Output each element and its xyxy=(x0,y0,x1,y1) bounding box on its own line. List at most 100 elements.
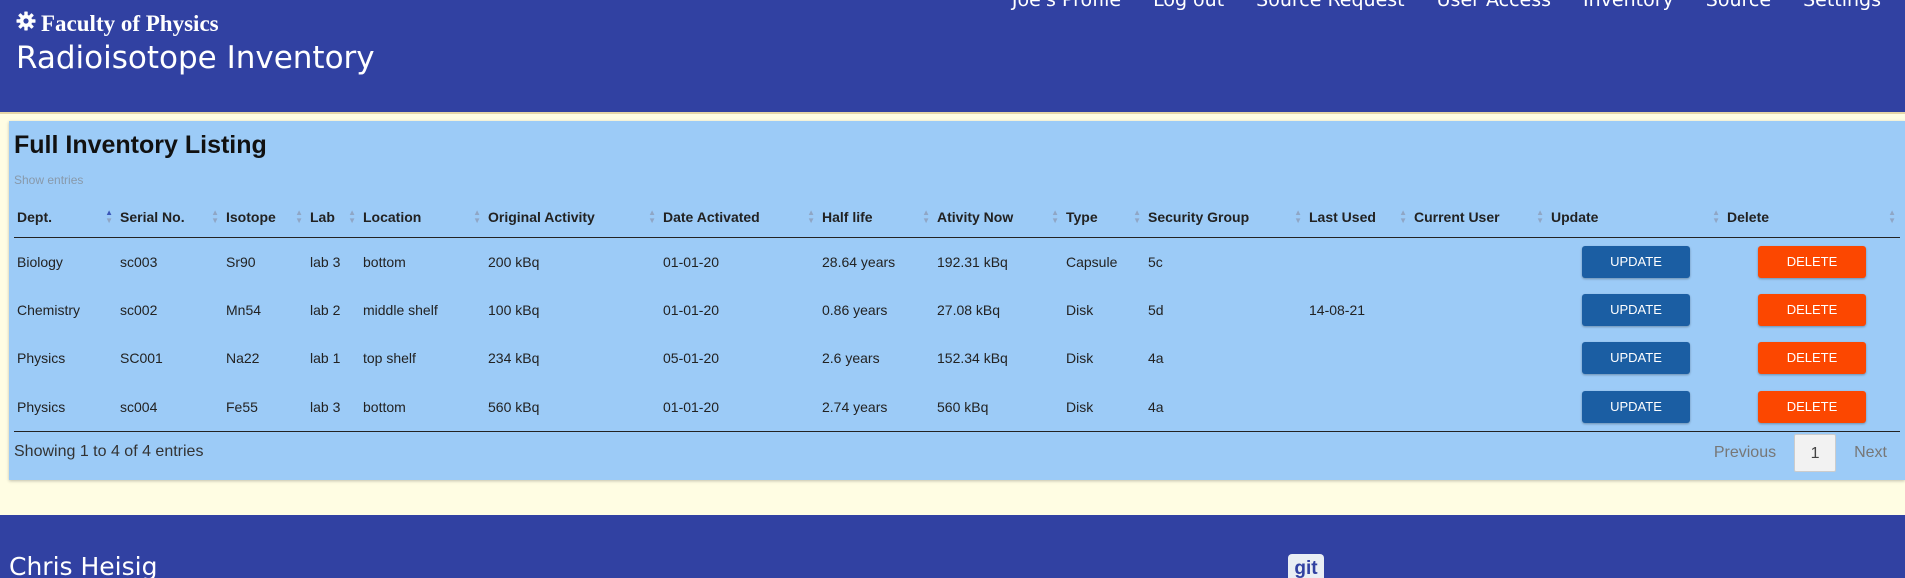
git-icon[interactable]: git xyxy=(1288,554,1324,578)
column-header[interactable]: Location ▲ ▼ xyxy=(360,197,485,238)
column-header[interactable]: Ativity Now ▲ ▼ xyxy=(934,197,1063,238)
column-header[interactable]: Security Group ▲ ▼ xyxy=(1145,197,1306,238)
table-cell xyxy=(1411,382,1548,432)
next-button[interactable]: Next xyxy=(1854,444,1887,462)
table-cell: 200 kBq xyxy=(488,253,540,270)
table-cell: 4a xyxy=(1145,382,1306,432)
inventory-table: Dept. ▲ ▼ Serial No. ▲ ▼ Isotope ▲ ▼ Lab ▲ ▼ Locatio… xyxy=(14,197,1900,432)
column-header[interactable]: Dept. ▲ ▼ xyxy=(14,197,117,238)
table-cell: 05-01-20 xyxy=(663,350,720,367)
nav-source-request[interactable]: Source Request xyxy=(1256,0,1404,11)
table-row: Chemistry sc002 Mn54 lab 2 middle shelf 100 k… xyxy=(14,286,1900,335)
column-header-label: Ativity Now xyxy=(937,208,1014,225)
column-header-label: Security Group xyxy=(1148,208,1250,225)
nav-inventory[interactable]: Inventory xyxy=(1583,0,1674,11)
page-1-button[interactable]: 1 xyxy=(1794,434,1837,472)
delete-button[interactable]: DELETE xyxy=(1758,293,1866,326)
table-cell: Disk xyxy=(1063,382,1145,432)
update-button[interactable]: UPDATE xyxy=(1582,245,1690,278)
pagination: Previous 1 Next xyxy=(1714,434,1887,472)
table-cell: Chemistry xyxy=(17,301,81,318)
column-header-label: Location xyxy=(363,208,422,225)
table-cell: Fe55 xyxy=(223,382,307,432)
column-header-label: Delete xyxy=(1727,208,1770,225)
delete-button[interactable]: DELETE xyxy=(1758,245,1866,278)
table-cell: lab 1 xyxy=(310,350,341,367)
table-row: Physics SC001 Na22 lab 1 top shelf 234 kBq 05-… xyxy=(14,334,1900,383)
delete-cell: DELETE xyxy=(1724,237,1900,286)
table-cell: 0.86 years xyxy=(822,301,888,318)
table-cell xyxy=(1411,286,1548,335)
column-header[interactable]: Last Used ▲ ▼ xyxy=(1306,197,1411,238)
table-cell xyxy=(1411,237,1548,286)
table-cell: 2.74 years xyxy=(819,382,934,432)
column-header[interactable]: Isotope ▲ ▼ xyxy=(223,197,307,238)
table-cell: 27.08 kBq xyxy=(937,301,1001,318)
column-header-label: Half life xyxy=(822,208,873,225)
table-cell: 2.6 years xyxy=(822,350,880,367)
table-cell: sc004 xyxy=(117,382,223,432)
table-cell: Sr90 xyxy=(226,253,256,270)
sort-icon: ▲ ▼ xyxy=(922,207,930,225)
column-header-label: Lab xyxy=(310,208,335,225)
entries-info: Showing 1 to 4 of 4 entries xyxy=(14,443,204,460)
table-cell: bottom xyxy=(360,382,485,432)
table-cell: bottom xyxy=(363,253,406,270)
table-cell: Biology xyxy=(17,253,63,270)
table-body: Biology sc003 Sr90 lab 3 bottom 200 kBq 01-01-… xyxy=(14,237,1900,432)
delete-cell: DELETE xyxy=(1724,286,1900,335)
sort-icon: ▲ ▼ xyxy=(1536,207,1544,225)
column-header[interactable]: Delete ▲ ▼ xyxy=(1724,197,1900,238)
column-header[interactable]: Update ▲ ▼ xyxy=(1548,197,1724,238)
nav-settings[interactable]: Settings xyxy=(1803,0,1881,11)
table-cell: lab 3 xyxy=(307,382,360,432)
sort-icon: ▲ ▼ xyxy=(211,207,219,225)
footer-author: Chris Heisig xyxy=(9,552,158,578)
delete-button[interactable]: DELETE xyxy=(1758,342,1866,375)
page-title: Full Inventory Listing xyxy=(14,131,267,159)
table-cell: top shelf xyxy=(363,350,416,367)
show-entries-label[interactable]: Show entries xyxy=(14,173,83,187)
nav-profile[interactable]: Joe's Profile xyxy=(1012,0,1121,11)
brand-title: Faculty of Physics xyxy=(41,11,219,36)
site-header: Faculty of Physics Radioisotope Inventor… xyxy=(0,0,1905,114)
column-header[interactable]: Date Activated ▲ ▼ xyxy=(660,197,819,238)
column-header-label: Update xyxy=(1551,208,1599,225)
column-header[interactable]: Lab ▲ ▼ xyxy=(307,197,360,238)
delete-button[interactable]: DELETE xyxy=(1758,390,1866,423)
column-header-label: Current User xyxy=(1414,208,1500,225)
nav-source[interactable]: Source xyxy=(1706,0,1771,11)
column-header-label: Original Activity xyxy=(488,208,595,225)
column-header-label: Serial No. xyxy=(120,208,185,225)
update-button[interactable]: UPDATE xyxy=(1582,293,1690,326)
previous-button[interactable]: Previous xyxy=(1714,444,1776,462)
sort-icon: ▲ ▼ xyxy=(1712,207,1720,225)
table-cell: 152.34 kBq xyxy=(937,350,1008,367)
column-header[interactable]: Original Activity ▲ ▼ xyxy=(485,197,660,238)
table-cell: 01-01-20 xyxy=(663,253,720,270)
sort-icon: ▲ ▼ xyxy=(348,207,356,225)
table-cell: Capsule xyxy=(1066,253,1118,270)
sort-icon: ▲ ▼ xyxy=(1133,207,1141,225)
table-cell: Na22 xyxy=(226,350,260,367)
nav-user-access[interactable]: User Access xyxy=(1437,0,1551,11)
brand[interactable]: Faculty of Physics Radioisotope Inventor… xyxy=(16,10,375,78)
nav-logout[interactable]: Log out xyxy=(1153,0,1224,11)
column-header[interactable]: Current User ▲ ▼ xyxy=(1411,197,1548,238)
column-header-label: Dept. xyxy=(17,208,52,225)
table-cell: sc003 xyxy=(120,253,158,270)
sort-icon: ▲ ▼ xyxy=(473,207,481,225)
table-cell: 234 kBq xyxy=(488,350,540,367)
update-button[interactable]: UPDATE xyxy=(1582,390,1690,423)
sort-icon: ▲ ▼ xyxy=(648,207,656,225)
brand-subtitle: Radioisotope Inventory xyxy=(16,40,375,76)
sort-icon: ▲ ▼ xyxy=(1399,207,1407,225)
column-header[interactable]: Type ▲ ▼ xyxy=(1063,197,1145,238)
update-cell: UPDATE xyxy=(1548,237,1724,286)
table-cell: 28.64 years xyxy=(822,253,896,270)
column-header[interactable]: Half life ▲ ▼ xyxy=(819,197,934,238)
table-cell: Disk xyxy=(1066,301,1094,318)
sort-icon: ▲ ▼ xyxy=(807,207,815,225)
update-button[interactable]: UPDATE xyxy=(1582,342,1690,375)
column-header[interactable]: Serial No. ▲ ▼ xyxy=(117,197,223,238)
